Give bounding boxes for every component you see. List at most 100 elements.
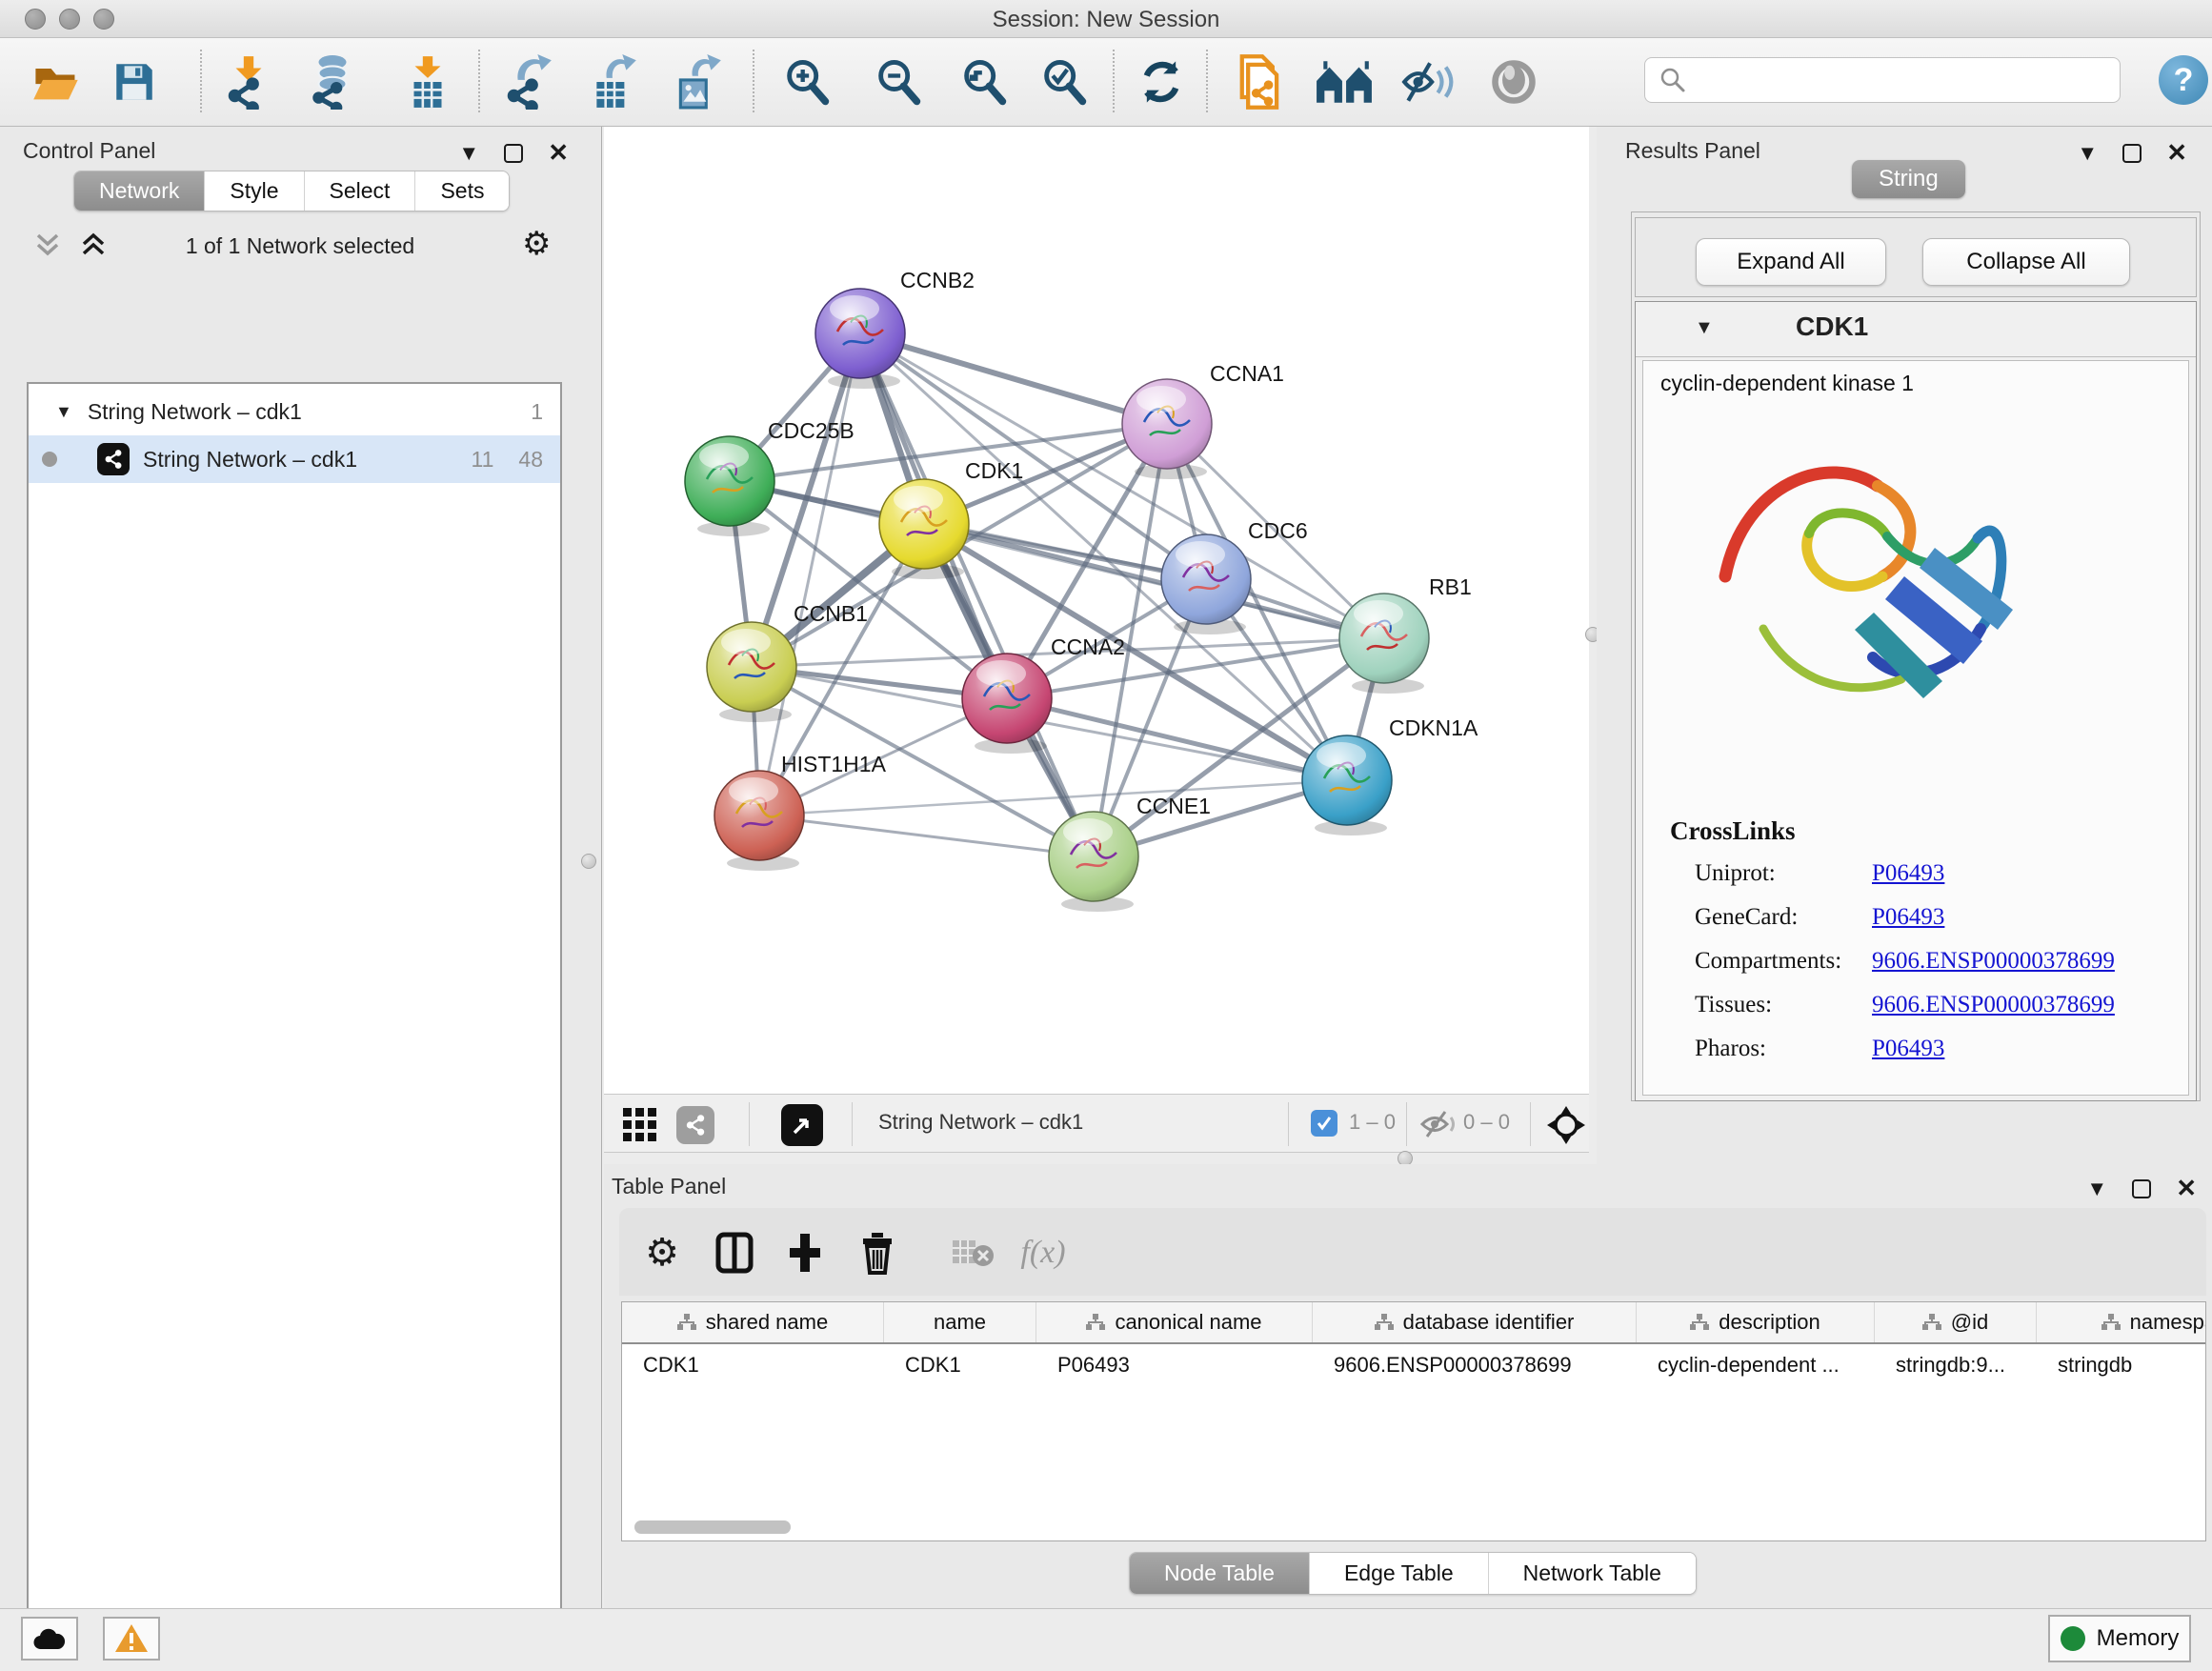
gene-expander-icon[interactable]: ▼ [1695, 317, 1714, 339]
crosslink-link-genecard[interactable]: P06493 [1872, 904, 1944, 931]
memory-button[interactable]: Memory [2048, 1615, 2191, 1662]
enhanced-labels-toggle-button[interactable] [1398, 51, 1458, 112]
import-network-from-database-button[interactable] [303, 51, 362, 112]
network-edge[interactable] [860, 333, 1094, 856]
collapse-all-button[interactable]: Collapse All [1922, 238, 2130, 286]
results-panel-maximize-button[interactable] [2122, 144, 2142, 163]
results-tab-string[interactable]: String [1852, 160, 1965, 198]
network-list-item[interactable]: String Network – cdk1 11 48 [29, 435, 560, 483]
table-options-gear-icon[interactable]: ⚙ [636, 1227, 688, 1278]
tab-node-table[interactable]: Node Table [1130, 1553, 1309, 1594]
export-table-button[interactable] [585, 51, 644, 112]
detach-view-icon[interactable] [781, 1104, 823, 1146]
collection-expander-icon[interactable]: ▼ [55, 402, 72, 422]
import-table-icon [405, 54, 451, 110]
results-panel-float-button[interactable]: ▼ [2077, 141, 2098, 166]
delete-column-trash-icon[interactable] [852, 1227, 903, 1278]
string-home-button[interactable] [1315, 51, 1374, 112]
application-window: Session: New Session [0, 0, 2212, 1671]
selected-checkbox-icon[interactable] [1311, 1110, 1337, 1137]
hidden-eye-slash-icon[interactable] [1419, 1110, 1459, 1138]
current-network-dot-icon [42, 452, 57, 467]
table-horizontal-scrollbar[interactable] [634, 1520, 791, 1534]
column-header-description[interactable]: description [1637, 1302, 1875, 1342]
help-button[interactable]: ? [2159, 55, 2208, 105]
apply-layout-button[interactable] [1132, 51, 1191, 112]
cloud-status-button[interactable] [21, 1617, 78, 1661]
column-header-canonical-name[interactable]: canonical name [1036, 1302, 1313, 1342]
table-panel-float-button[interactable]: ▼ [2086, 1177, 2107, 1201]
results-panel-close-button[interactable]: ✕ [2166, 138, 2187, 168]
table-panel-close-button[interactable]: ✕ [2176, 1174, 2197, 1203]
network-node[interactable]: CCNB2 [815, 268, 975, 389]
column-header-database-identifier[interactable]: database identifier [1313, 1302, 1637, 1342]
zoom-in-button[interactable] [777, 51, 836, 112]
network-options-gear-icon[interactable]: ⚙ [522, 225, 551, 263]
open-session-button[interactable] [27, 51, 86, 112]
network-node[interactable]: CDKN1A [1302, 715, 1478, 836]
import-network-file-button[interactable] [219, 51, 278, 112]
tab-select[interactable]: Select [304, 171, 415, 211]
string-protein-query-button[interactable] [1231, 51, 1290, 112]
column-header-shared-name[interactable]: shared name [622, 1302, 884, 1342]
export-table-icon [590, 54, 639, 110]
node-label: CCNA1 [1210, 361, 1284, 386]
control-panel-float-button[interactable]: ▼ [458, 141, 479, 166]
column-type-icon [1086, 1314, 1105, 1331]
glass-ball-effect-button[interactable] [1484, 51, 1543, 112]
collapse-all-networks-icon[interactable] [34, 232, 72, 260]
save-session-button[interactable] [105, 51, 164, 112]
network-edge[interactable] [759, 333, 860, 815]
zoom-selected-button[interactable] [1035, 51, 1094, 112]
fit-content-crosshair-icon[interactable] [1545, 1104, 1587, 1146]
toolbar-search-field[interactable] [1644, 57, 2121, 103]
tab-network[interactable]: Network [74, 171, 204, 211]
left-splitter-handle[interactable] [581, 854, 596, 869]
control-panel-close-button[interactable]: ✕ [548, 138, 569, 168]
tab-style[interactable]: Style [204, 171, 303, 211]
hidden-count: 0 – 0 [1463, 1110, 1510, 1135]
birds-eye-grid-icon[interactable] [623, 1108, 657, 1142]
crosslink-link-uniprot[interactable]: P06493 [1872, 860, 1944, 887]
tab-edge-table[interactable]: Edge Table [1309, 1553, 1488, 1594]
clear-table-icon[interactable] [947, 1227, 998, 1278]
warnings-button[interactable] [103, 1617, 160, 1661]
gene-name: CDK1 [1796, 312, 1868, 342]
show-columns-icon[interactable] [709, 1227, 760, 1278]
search-input[interactable] [1697, 68, 2120, 92]
import-table-button[interactable] [398, 51, 457, 112]
crosslink-link-pharos[interactable]: P06493 [1872, 1036, 1944, 1062]
column-header-id[interactable]: @id [1875, 1302, 2037, 1342]
tab-sets[interactable]: Sets [414, 171, 509, 211]
column-header-namespace[interactable]: namespace [2037, 1302, 2206, 1342]
column-header-name[interactable]: name [884, 1302, 1036, 1342]
network-node[interactable]: HIST1H1A [714, 752, 887, 871]
zoom-fit-button[interactable] [955, 51, 1014, 112]
string-network-graph[interactable]: CCNB2CCNA1CDC25BCDK1CDC6RB1CCNB1CCNA2CDK… [604, 127, 1589, 1094]
network-node[interactable]: RB1 [1339, 574, 1472, 694]
crosslink-link-tissues[interactable]: 9606.ENSP00000378699 [1872, 992, 2115, 1018]
expand-all-button[interactable]: Expand All [1696, 238, 1886, 286]
table-panel-title: Table Panel [612, 1174, 726, 1199]
network-edge[interactable] [860, 333, 1167, 424]
network-collection-row[interactable]: ▼ String Network – cdk1 1 [29, 388, 560, 435]
cloud-icon [32, 1626, 67, 1651]
export-network-button[interactable] [499, 51, 558, 112]
network-edge[interactable] [759, 815, 1094, 856]
network-view-canvas[interactable]: CCNB2CCNA1CDC25BCDK1CDC6RB1CCNB1CCNA2CDK… [604, 127, 1589, 1094]
table-row[interactable]: CDK1 CDK1 P06493 9606.ENSP00000378699 cy… [622, 1344, 2205, 1388]
table-panel-maximize-button[interactable] [2132, 1179, 2151, 1198]
network-overview-icon[interactable] [676, 1106, 714, 1144]
export-image-button[interactable] [669, 51, 728, 112]
equation-builder-fx-icon[interactable]: f(x) [1000, 1227, 1086, 1278]
memory-label: Memory [2097, 1625, 2180, 1652]
crosslink-link-compartments[interactable]: 9606.ENSP00000378699 [1872, 948, 2115, 975]
expand-all-networks-icon[interactable] [80, 232, 118, 260]
tab-network-table[interactable]: Network Table [1488, 1553, 1696, 1594]
import-network-icon [224, 54, 273, 110]
zoom-in-icon [781, 56, 833, 108]
search-icon [1659, 66, 1687, 94]
zoom-out-button[interactable] [869, 51, 928, 112]
create-column-icon[interactable] [779, 1227, 831, 1278]
control-panel-maximize-button[interactable] [504, 144, 523, 163]
